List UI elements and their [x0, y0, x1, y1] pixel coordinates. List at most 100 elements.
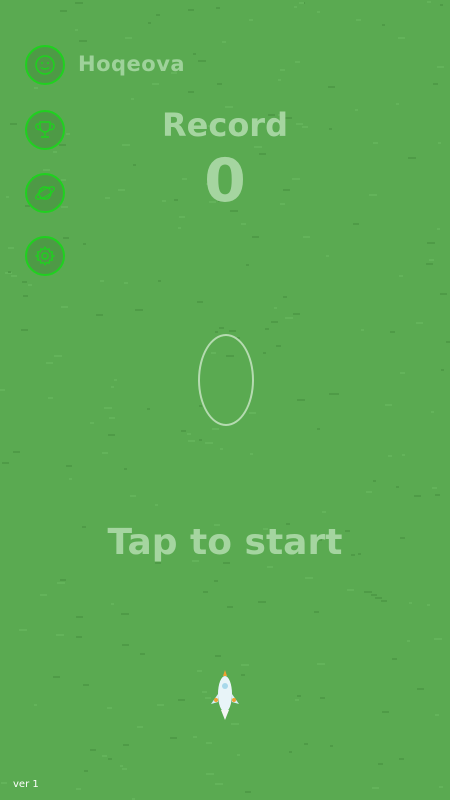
grass-tuft — [156, 14, 160, 16]
grass-tuft — [124, 468, 127, 470]
grass-tuft — [283, 296, 287, 298]
grass-tuft — [437, 66, 444, 68]
grass-tuft — [267, 566, 273, 568]
grass-tuft — [435, 494, 440, 496]
grass-tuft — [426, 263, 433, 265]
grass-tuft — [188, 440, 195, 442]
grass-tuft — [396, 103, 399, 105]
grass-tuft — [250, 453, 253, 455]
grass-tuft — [60, 10, 67, 12]
grass-tuft — [304, 743, 308, 745]
grass-tuft — [79, 40, 87, 42]
grass-tuft — [437, 228, 440, 230]
grass-tuft — [158, 280, 161, 282]
grass-tuft — [198, 60, 206, 62]
grass-tuft — [440, 293, 447, 295]
grass-tuft — [361, 329, 364, 331]
grass-tuft — [294, 6, 297, 8]
grass-tuft — [193, 736, 197, 738]
grass-tuft — [416, 322, 423, 324]
grass-tuft — [385, 404, 392, 406]
grass-tuft — [398, 37, 405, 39]
player-name: Hoqeova — [78, 52, 186, 76]
grass-tuft — [215, 783, 223, 785]
grass-tuft — [170, 737, 177, 739]
grass-tuft — [111, 386, 114, 388]
grass-tuft — [263, 352, 266, 354]
grass-tuft — [76, 788, 81, 790]
grass-tuft — [382, 24, 385, 26]
grass-tuft — [417, 688, 424, 690]
grass-tuft — [375, 597, 382, 599]
grass-tuft — [434, 638, 442, 640]
grass-tuft — [297, 695, 301, 697]
grass-tuft — [271, 321, 278, 323]
profile-button[interactable] — [25, 45, 65, 85]
grass-tuft — [330, 745, 333, 747]
grass-tuft — [61, 306, 68, 308]
grass-tuft — [381, 600, 387, 602]
grass-tuft — [135, 309, 143, 311]
grass-tuft — [407, 640, 410, 642]
grass-tuft — [299, 2, 304, 4]
grass-tuft — [181, 430, 186, 432]
grass-tuft — [353, 223, 359, 225]
grass-tuft — [34, 87, 38, 89]
rocket-player[interactable] — [205, 664, 245, 724]
grass-tuft — [69, 478, 72, 480]
record-value: 0 — [204, 146, 246, 216]
grass-tuft — [197, 301, 203, 303]
grass-tuft — [390, 331, 395, 333]
grass-tuft — [314, 611, 319, 613]
version-label: ver 1 — [13, 779, 39, 790]
grass-tuft — [429, 259, 434, 261]
grass-tuft — [278, 79, 281, 81]
grass-tuft — [216, 7, 220, 9]
grass-tuft — [431, 411, 434, 413]
grass-tuft — [193, 53, 196, 55]
grass-tuft — [427, 604, 430, 606]
grass-tuft — [373, 480, 376, 482]
grass-tuft — [152, 83, 159, 85]
grass-tuft — [83, 243, 86, 245]
tap-to-start-prompt[interactable]: Tap to start — [0, 522, 450, 563]
grass-tuft — [122, 644, 129, 646]
grass-tuft — [274, 307, 277, 309]
grass-tuft — [280, 69, 285, 71]
grass-tuft — [56, 634, 64, 636]
grass-tuft — [440, 4, 443, 6]
grass-tuft — [317, 428, 320, 430]
grass-tuft — [46, 362, 53, 364]
grass-tuft — [197, 670, 202, 672]
grass-tuft — [121, 613, 129, 615]
grass-tuft — [131, 98, 134, 100]
grass-tuft — [11, 275, 17, 277]
grass-tuft — [326, 255, 329, 257]
grass-tuft — [246, 264, 249, 266]
grass-tuft — [432, 487, 437, 489]
grass-tuft — [120, 765, 123, 767]
grass-tuft — [427, 1, 431, 3]
grass-tuft — [28, 284, 32, 286]
settings-button[interactable] — [25, 236, 65, 276]
grass-tuft — [356, 19, 361, 21]
grass-tuft — [76, 636, 82, 638]
grass-tuft — [400, 372, 405, 374]
grass-tuft — [229, 330, 236, 332]
grass-tuft — [75, 2, 83, 4]
grass-tuft — [227, 606, 233, 608]
grass-tuft — [13, 451, 20, 453]
grass-tuft — [111, 603, 114, 605]
grass-tuft — [23, 295, 28, 297]
grass-tuft — [206, 773, 214, 775]
grass-tuft — [155, 504, 158, 506]
grass-tuft — [258, 601, 266, 603]
grass-tuft — [364, 591, 372, 593]
grass-tuft — [83, 684, 89, 686]
grass-tuft — [293, 313, 300, 315]
grass-tuft — [124, 282, 128, 284]
grass-tuft — [439, 786, 443, 788]
grass-tuft — [108, 434, 115, 436]
grass-tuft — [122, 768, 127, 770]
grass-tuft — [157, 704, 164, 706]
